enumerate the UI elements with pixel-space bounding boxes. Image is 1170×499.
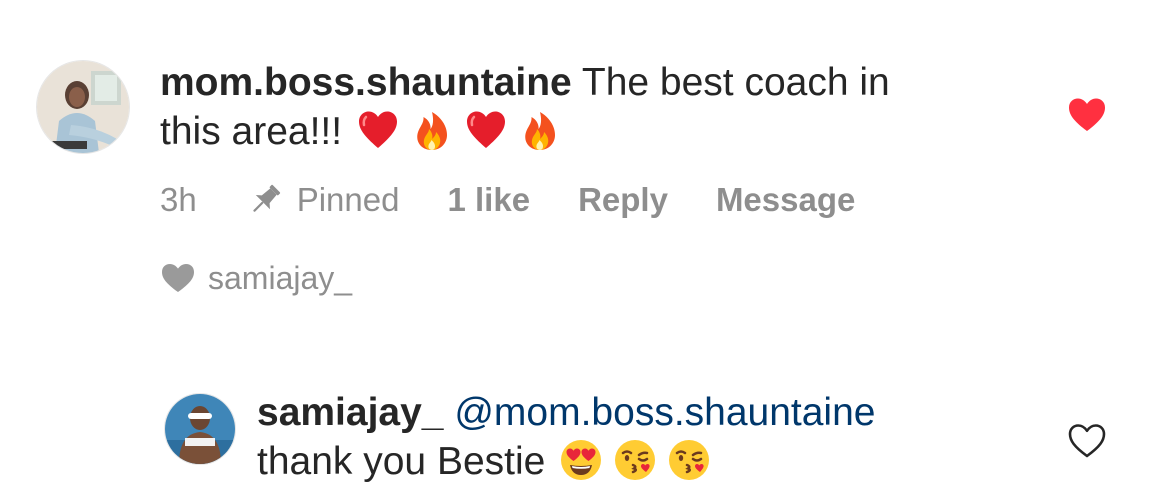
pinned-label: Pinned: [296, 181, 400, 218]
kissing-face-emoji: [667, 438, 711, 482]
comment-time: 3h: [160, 181, 197, 218]
likes-count-link[interactable]: 1 like: [447, 181, 530, 219]
comment-username[interactable]: mom.boss.shauntaine: [160, 61, 572, 104]
pinned-indicator: Pinned: [245, 180, 400, 220]
fire-emoji: [518, 108, 562, 152]
reply-text: samiajay_ @mom.boss.shauntaine thank you…: [257, 388, 1017, 486]
liked-by-author: samiajay_: [160, 256, 352, 300]
like-heart-outline-icon[interactable]: [1066, 420, 1108, 462]
comment-meta: 3h Pinned 1 like Reply Message: [160, 178, 903, 222]
kissing-face-emoji: [613, 438, 657, 482]
fire-emoji: [410, 108, 454, 152]
avatar[interactable]: [36, 60, 130, 154]
heart-eyes-emoji: [559, 438, 603, 482]
reply-body: thank you Bestie: [257, 440, 546, 483]
red-heart-emoji: [356, 108, 400, 152]
comment-body-line2: this area!!!: [160, 110, 343, 153]
red-heart-emoji: [464, 108, 508, 152]
liked-by-username[interactable]: samiajay_: [208, 260, 352, 297]
comment-text: mom.boss.shauntaine The best coach in th…: [160, 58, 1020, 156]
reply-mention-link[interactable]: @mom.boss.shauntaine: [454, 391, 875, 434]
heart-icon: [160, 260, 196, 296]
avatar[interactable]: [164, 393, 236, 465]
message-button[interactable]: Message: [716, 181, 855, 219]
reply-username[interactable]: samiajay_: [257, 391, 444, 434]
like-heart-filled-icon[interactable]: [1066, 94, 1108, 136]
comment-body-line1: The best coach in: [581, 61, 890, 104]
pin-icon: [245, 180, 285, 220]
reply-button[interactable]: Reply: [578, 181, 668, 219]
